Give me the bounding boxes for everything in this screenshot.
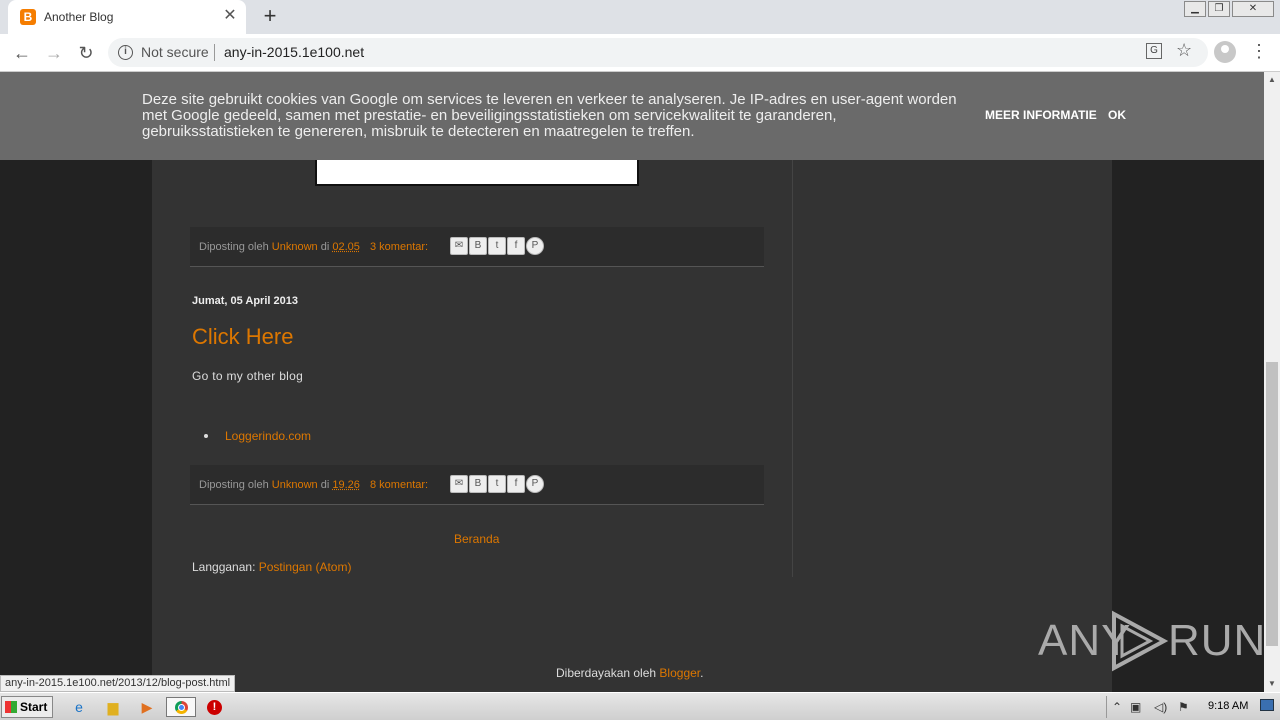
author-link[interactable]: Unknown (272, 241, 318, 253)
window-close-button[interactable]: ✕ (1232, 1, 1274, 17)
show-desktop-icon[interactable] (1260, 699, 1274, 711)
subscribe-atom-link[interactable]: Postingan (Atom) (259, 560, 352, 574)
scrollbar-thumb[interactable] (1266, 362, 1278, 646)
post-byline: Diposting oleh Unknown di 02.05 (199, 241, 360, 253)
powered-suffix: . (700, 666, 704, 680)
action-center-flag-icon[interactable]: ⚑ (1178, 699, 1189, 715)
stop-app-icon[interactable]: ! (204, 697, 226, 717)
windows-logo-icon (5, 701, 17, 713)
info-icon[interactable]: i (118, 45, 133, 60)
email-share-icon[interactable]: ✉ (450, 475, 468, 493)
email-share-icon[interactable]: ✉ (450, 237, 468, 255)
subscribe-label: Langganan: (192, 560, 256, 574)
chrome-taskbar-button[interactable] (166, 697, 196, 717)
post-footer: Diposting oleh Unknown di 02.05 3 koment… (190, 227, 764, 267)
page-scrollbar[interactable]: ▲ ▼ (1264, 72, 1280, 692)
security-label: Not secure (141, 44, 209, 60)
tab-close-icon[interactable]: ✕ (222, 8, 238, 24)
blogthis-share-icon[interactable]: B (469, 237, 487, 255)
show-hidden-icons-icon[interactable]: ⌃ (1112, 699, 1122, 715)
cookie-notice-text: Deze site gebruikt cookies van Google om… (142, 91, 957, 140)
cookie-more-info-button[interactable]: MEER INFORMATIE (985, 108, 1097, 122)
list-item-link[interactable]: Loggerindo.com (225, 429, 311, 443)
blogger-link[interactable]: Blogger (659, 666, 700, 680)
url-separator (214, 44, 215, 61)
powered-by-line: Diberdayakan oleh Blogger. (556, 666, 703, 680)
start-button[interactable]: Start (1, 696, 53, 718)
post-footer: Diposting oleh Unknown di 19.26 8 koment… (190, 465, 764, 505)
browser-tab[interactable]: B Another Blog ✕ (8, 0, 246, 34)
link-status-bubble: any-in-2015.1e100.net/2013/12/blog-post.… (0, 675, 236, 692)
facebook-share-icon[interactable]: f (507, 237, 525, 255)
cookie-ok-button[interactable]: OK (1108, 108, 1126, 122)
profile-avatar-icon[interactable] (1214, 41, 1236, 63)
tray-separator (1106, 696, 1107, 718)
media-player-icon[interactable]: ▶ (136, 697, 158, 717)
twitter-share-icon[interactable]: t (488, 237, 506, 255)
start-label: Start (20, 700, 48, 714)
tab-title: Another Blog (44, 10, 114, 24)
file-explorer-icon[interactable]: ▆ (102, 697, 124, 717)
url-text[interactable]: any-in-2015.1e100.net (224, 44, 364, 60)
forward-arrow-icon[interactable]: → (42, 41, 66, 65)
posted-by-label: Diposting oleh (199, 241, 269, 253)
at-label: di (320, 479, 330, 491)
blogger-favicon-icon: B (20, 9, 36, 25)
twitter-share-icon[interactable]: t (488, 475, 506, 493)
cookie-notice-bar: Deze site gebruikt cookies van Google om… (0, 72, 1264, 160)
comments-link[interactable]: 3 komentar: (370, 241, 428, 253)
taskbar-clock[interactable]: 9:18 AM (1208, 700, 1248, 712)
post-time-link[interactable]: 02.05 (332, 241, 360, 253)
new-tab-button[interactable]: + (258, 5, 282, 29)
posted-by-label: Diposting oleh (199, 479, 269, 491)
tab-strip: B Another Blog ✕ + ▁ ❐ ✕ (0, 0, 1280, 34)
window-minimize-button[interactable]: ▁ (1184, 1, 1206, 17)
address-bar[interactable]: i Not secure any-in-2015.1e100.net (108, 38, 1208, 67)
page-viewport: Diposting oleh Unknown di 02.05 3 koment… (0, 72, 1264, 692)
pinterest-share-icon[interactable]: P (526, 237, 544, 255)
home-link[interactable]: Beranda (454, 532, 499, 546)
date-header: Jumat, 05 April 2013 (192, 295, 298, 307)
window-restore-button[interactable]: ❐ (1208, 1, 1230, 17)
translate-icon[interactable]: G (1146, 43, 1162, 59)
post-body: Go to my other blog (192, 369, 304, 383)
facebook-share-icon[interactable]: f (507, 475, 525, 493)
bookmark-star-icon[interactable]: ☆ (1176, 40, 1192, 61)
internet-explorer-icon[interactable]: e (68, 697, 90, 717)
scroll-down-arrow-icon[interactable]: ▼ (1264, 676, 1280, 692)
post-time-link[interactable]: 19.26 (332, 479, 360, 491)
powered-by-label: Diberdayakan oleh (556, 666, 657, 680)
comments-link[interactable]: 8 komentar: (370, 479, 428, 491)
subscribe-line: Langganan: Postingan (Atom) (192, 560, 351, 574)
blogthis-share-icon[interactable]: B (469, 475, 487, 493)
browser-menu-icon[interactable]: ⋮ (1250, 41, 1268, 61)
volume-icon[interactable]: ◁) (1154, 699, 1167, 715)
post-byline: Diposting oleh Unknown di 19.26 (199, 479, 360, 491)
chrome-icon (175, 701, 188, 714)
at-label: di (320, 241, 330, 253)
anyrun-play-logo-icon (1112, 610, 1169, 672)
back-arrow-icon[interactable]: ← (10, 41, 34, 65)
browser-toolbar: ← → ↻ i Not secure any-in-2015.1e100.net (0, 34, 1280, 72)
reload-icon[interactable]: ↻ (74, 41, 98, 65)
bullet-icon (204, 434, 208, 438)
author-link[interactable]: Unknown (272, 479, 318, 491)
network-icon[interactable]: ▣ (1130, 699, 1141, 715)
watermark-right-text: RUN (1168, 616, 1264, 665)
windows-taskbar: Start e ▆ ▶ ! ⌃ ▣ ◁) ⚑ 9:18 AM (0, 692, 1280, 720)
post-title[interactable]: Click Here (192, 324, 293, 350)
scroll-up-arrow-icon[interactable]: ▲ (1264, 72, 1280, 88)
pinterest-share-icon[interactable]: P (526, 475, 544, 493)
